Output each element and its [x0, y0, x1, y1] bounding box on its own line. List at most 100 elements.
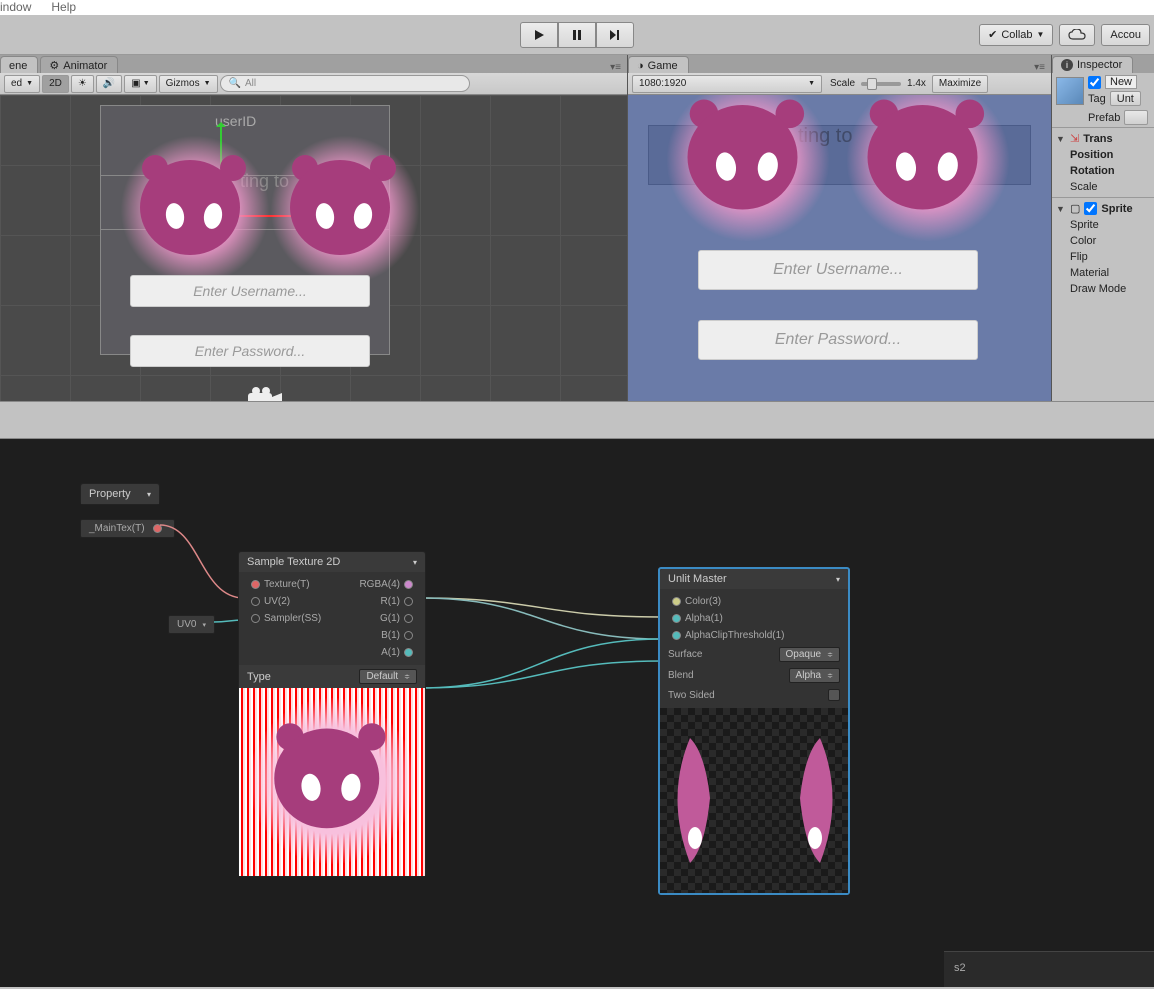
position-label: Position	[1052, 147, 1154, 163]
status-bar: s2	[944, 951, 1154, 987]
sprite-enabled-checkbox[interactable]	[1084, 202, 1097, 215]
chevron-down-icon[interactable]: ▾	[413, 558, 417, 567]
effects-toggle[interactable]: ▣▼	[124, 75, 156, 93]
blend-row: Blend Alpha ≑	[660, 665, 848, 686]
game-tab-header: ◑ Game ▾≡	[628, 55, 1051, 73]
active-checkbox[interactable]	[1088, 76, 1101, 89]
chevron-down-icon[interactable]: ▾	[147, 490, 151, 499]
port-a-out[interactable]: A(1)	[332, 644, 425, 661]
port-alpha-in[interactable]: Alpha(1)	[660, 610, 848, 627]
game-viewport: ting to Enter Username... Enter Password…	[628, 95, 1051, 401]
twosided-checkbox[interactable]	[828, 689, 840, 701]
character-sprite-2[interactable]	[280, 145, 410, 275]
port-color-in[interactable]: Color(3)	[660, 593, 848, 610]
blend-dropdown[interactable]: Alpha ≑	[789, 668, 840, 683]
gizmos-dropdown[interactable]: Gizmos ▼	[159, 75, 218, 93]
aspect-dropdown[interactable]: 1080:1920▼	[632, 75, 822, 93]
name-field[interactable]: New	[1105, 75, 1137, 89]
step-button[interactable]	[596, 22, 634, 48]
material-field-label: Material	[1052, 265, 1154, 281]
tab-game[interactable]: ◑ Game	[628, 56, 689, 73]
info-icon: i	[1061, 59, 1073, 71]
transform-icon: ⇲	[1070, 132, 1079, 145]
gameobject-icon[interactable]	[1056, 77, 1084, 105]
surface-row: Surface Opaque ≑	[660, 644, 848, 665]
character-sprite-game-2	[857, 95, 1000, 232]
blackboard-property[interactable]: Property ▾	[80, 483, 160, 505]
drawmode-field-label: Draw Mode	[1052, 281, 1154, 297]
port-alphaclip-in[interactable]: AlphaClipThreshold(1)	[660, 627, 848, 644]
port-r-out[interactable]: R(1)	[332, 593, 425, 610]
sun-icon: ☀	[78, 78, 87, 89]
port-texture-in[interactable]: Texture(T)	[239, 576, 332, 593]
play-button[interactable]	[520, 22, 558, 48]
port-g-out[interactable]: G(1)	[332, 610, 425, 627]
scene-search-input[interactable]: 🔍 All	[220, 75, 470, 92]
prefab-button[interactable]	[1124, 110, 1148, 125]
tab-dropdown-icon[interactable]: ▾≡	[604, 62, 627, 73]
scene-viewport[interactable]: userID ting to Enter Username... Enter P…	[0, 95, 627, 401]
tab-inspector[interactable]: i Inspector	[1052, 56, 1133, 73]
inspector-body: New Tag Unt Prefab ▼ ⇲ Trans Posi	[1052, 73, 1154, 401]
sprite-renderer-icon: ▢	[1070, 202, 1080, 215]
surface-dropdown[interactable]: Opaque ≑	[779, 647, 840, 662]
port-b-out[interactable]: B(1)	[332, 627, 425, 644]
sample-texture-node[interactable]: Sample Texture 2D ▾ Texture(T) UV(2) Sam…	[238, 551, 426, 877]
unlit-master-node[interactable]: Unlit Master ▾ Color(3) Alpha(1) AlphaCl…	[658, 567, 850, 895]
fold-icon[interactable]: ▼	[1056, 204, 1066, 214]
character-sprite-1[interactable]	[130, 145, 260, 275]
scale-label: Scale	[1052, 179, 1154, 195]
scale-slider[interactable]	[861, 82, 901, 86]
password-input-game: Enter Password...	[698, 320, 978, 360]
prefab-label: Prefab	[1088, 112, 1120, 124]
character-sprite-game-1	[677, 95, 820, 232]
property-header: Property ▾	[81, 484, 159, 504]
camera-gizmo-icon	[242, 387, 286, 401]
port-sampler-in[interactable]: Sampler(SS)	[239, 610, 332, 627]
uv0-pill[interactable]: UV0▾	[168, 615, 215, 634]
collab-check-icon: ✔	[988, 28, 997, 41]
collab-button[interactable]: ✔ Collab ▼	[979, 24, 1053, 46]
port-uv-in[interactable]: UV(2)	[239, 593, 332, 610]
node-title: Unlit Master ▾	[660, 569, 848, 589]
audio-toggle[interactable]: 🔊	[96, 75, 122, 93]
color-field-label: Color	[1052, 233, 1154, 249]
fold-icon[interactable]: ▼	[1056, 134, 1066, 144]
node-title: Sample Texture 2D ▾	[239, 552, 425, 572]
shader-graph-viewport[interactable]: Property ▾ _MainTex(T) UV0▾ Sample Textu…	[0, 439, 1154, 987]
tab-scene[interactable]: ene	[0, 56, 38, 73]
maintex-property[interactable]: _MainTex(T)	[80, 519, 175, 538]
animator-icon: ⚙	[49, 59, 59, 72]
master-preview	[660, 708, 848, 893]
username-input-game: Enter Username...	[698, 250, 978, 290]
type-row: Type Default ≑	[239, 665, 425, 688]
tab-dropdown-icon[interactable]: ▾≡	[1028, 62, 1051, 73]
tab-animator[interactable]: ⚙ Animator	[40, 56, 118, 73]
pause-button[interactable]	[558, 22, 596, 48]
username-input-preview: Enter Username...	[130, 275, 370, 307]
sprite-header[interactable]: Sprite	[1101, 203, 1132, 215]
transform-header[interactable]: Trans	[1083, 133, 1112, 145]
port-rgba-out[interactable]: RGBA(4)	[332, 576, 425, 593]
shading-mode-dropdown[interactable]: ed ▼	[4, 75, 40, 93]
twosided-row: Two Sided	[660, 686, 848, 704]
tag-label: Tag	[1088, 93, 1106, 105]
scene-toolbar: ed ▼ 2D ☀ 🔊 ▣▼ Gizmos ▼ 🔍 All	[0, 73, 627, 95]
maximize-button[interactable]: Maximize	[932, 75, 988, 93]
scene-tab-header: ene ⚙ Animator ▾≡	[0, 55, 627, 73]
node-preview	[239, 688, 425, 876]
chevron-down-icon[interactable]: ▾	[836, 575, 840, 584]
chevron-down-icon: ▼	[1037, 30, 1045, 39]
2d-toggle[interactable]: 2D	[42, 75, 69, 93]
lighting-toggle[interactable]: ☀	[71, 75, 94, 93]
speaker-icon: 🔊	[103, 78, 115, 89]
account-button[interactable]: Accou	[1101, 24, 1150, 46]
type-dropdown[interactable]: Default ≑	[359, 669, 417, 684]
inspector-tab-header: i Inspector	[1052, 55, 1154, 73]
menu-window[interactable]: indow	[0, 0, 31, 14]
cloud-button[interactable]	[1059, 24, 1095, 46]
tag-dropdown[interactable]: Unt	[1110, 91, 1141, 106]
panel-divider[interactable]	[0, 401, 1154, 439]
scale-label: Scale	[830, 78, 855, 89]
menu-help[interactable]: Help	[51, 0, 76, 14]
